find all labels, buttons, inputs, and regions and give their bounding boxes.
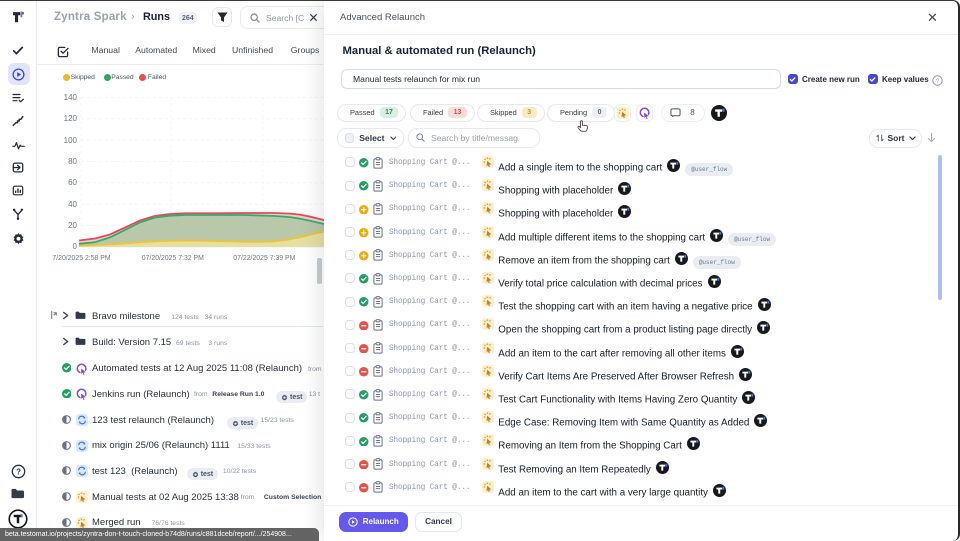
svg-text:?: ? [936, 77, 940, 84]
svg-text:?: ? [16, 468, 21, 477]
